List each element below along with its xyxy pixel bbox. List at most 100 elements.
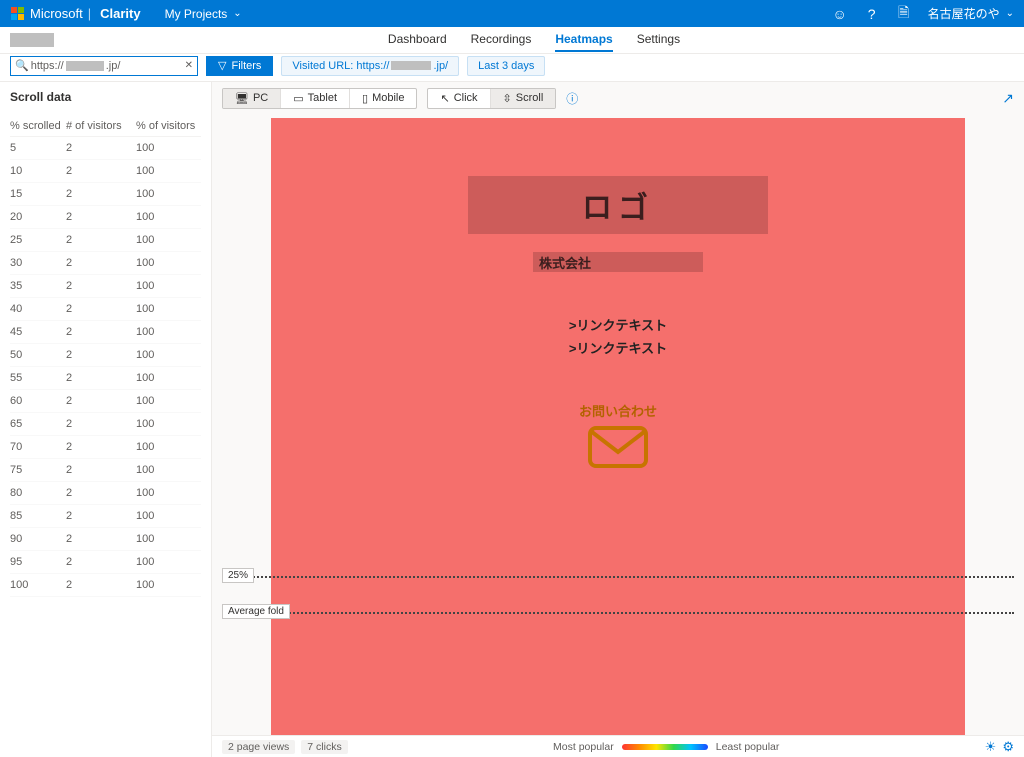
cell-visitors: 2: [66, 142, 136, 154]
filter-icon: ▽: [218, 59, 226, 72]
table-row: 952100: [10, 551, 201, 574]
table-row: 302100: [10, 252, 201, 275]
tab-settings[interactable]: Settings: [637, 28, 680, 52]
table-row: 102100: [10, 160, 201, 183]
brand-app: Clarity: [100, 6, 140, 21]
table-row: 802100: [10, 482, 201, 505]
settings-icon[interactable]: ⚙: [1002, 739, 1014, 755]
mock-logo: ロゴ: [468, 176, 768, 234]
user-menu[interactable]: 名古屋花のや ⌄: [928, 5, 1014, 22]
col-scrolled: % scrolled: [10, 120, 66, 132]
feedback-icon[interactable]: ☺: [832, 6, 848, 22]
footer-bar: 2 page views 7 clicks Most popular Least…: [212, 735, 1024, 757]
tab-heatmaps[interactable]: Heatmaps: [555, 28, 612, 52]
url-search-input[interactable]: 🔍 https:// .jp/ ✕: [10, 56, 198, 76]
heatmap-canvas: ロゴ 株式会社 >リンクテキスト >リンクテキスト お問い合わせ 25% Ave…: [212, 114, 1024, 735]
cell-pct: 100: [136, 510, 196, 522]
visited-suffix: .jp/: [433, 60, 448, 72]
cell-visitors: 2: [66, 441, 136, 453]
top-bar: Microsoft | Clarity My Projects ⌄ ☺ ? 🗎 …: [0, 0, 1024, 27]
tab-dashboard[interactable]: Dashboard: [388, 28, 447, 52]
cell-pct: 100: [136, 326, 196, 338]
cell-scrolled: 100: [10, 579, 66, 591]
cell-scrolled: 80: [10, 487, 66, 499]
table-row: 502100: [10, 344, 201, 367]
table-row: 902100: [10, 528, 201, 551]
project-dropdown[interactable]: My Projects ⌄: [165, 7, 242, 21]
device-mobile[interactable]: ▯Mobile: [350, 89, 416, 108]
cell-visitors: 2: [66, 556, 136, 568]
cell-scrolled: 10: [10, 165, 66, 177]
mode-click[interactable]: ↖Click: [428, 89, 490, 108]
cell-scrolled: 55: [10, 372, 66, 384]
filter-row: 🔍 https:// .jp/ ✕ ▽ Filters Visited URL:…: [0, 54, 1024, 82]
cell-visitors: 2: [66, 188, 136, 200]
cell-scrolled: 90: [10, 533, 66, 545]
url-suffix: .jp/: [106, 60, 121, 72]
mode-scroll[interactable]: ⇳Scroll: [491, 89, 556, 108]
click-icon: ↖: [440, 92, 449, 105]
help-icon[interactable]: ?: [864, 6, 880, 22]
table-row: 602100: [10, 390, 201, 413]
whatsnew-icon[interactable]: 🗎: [896, 6, 912, 22]
cell-scrolled: 15: [10, 188, 66, 200]
cell-scrolled: 65: [10, 418, 66, 430]
brightness-icon[interactable]: ☀: [985, 739, 997, 755]
share-icon[interactable]: ↗: [1002, 90, 1014, 107]
cell-pct: 100: [136, 372, 196, 384]
cell-scrolled: 20: [10, 211, 66, 223]
chevron-down-icon: ⌄: [1006, 8, 1014, 19]
tabs-row: Dashboard Recordings Heatmaps Settings: [0, 27, 1024, 54]
cell-scrolled: 95: [10, 556, 66, 568]
table-row: 652100: [10, 413, 201, 436]
tab-recordings[interactable]: Recordings: [471, 28, 532, 52]
cell-pct: 100: [136, 142, 196, 154]
cell-pct: 100: [136, 556, 196, 568]
cell-pct: 100: [136, 464, 196, 476]
table-row: 1002100: [10, 574, 201, 597]
col-pct-visitors: % of visitors: [136, 120, 196, 132]
table-row: 702100: [10, 436, 201, 459]
info-icon[interactable]: ⓘ: [566, 90, 578, 107]
content: 🖥PC ▭Tablet ▯Mobile ↖Click ⇳Scroll ⓘ ↗ ロ…: [212, 82, 1024, 757]
sidebar-title: Scroll data: [10, 90, 201, 104]
scroll-label: Scroll: [516, 92, 544, 104]
fold-label: Average fold: [222, 604, 290, 619]
cell-pct: 100: [136, 441, 196, 453]
visited-url-chip[interactable]: Visited URL: https:// .jp/: [281, 56, 459, 76]
cell-scrolled: 70: [10, 441, 66, 453]
date-range-chip[interactable]: Last 3 days: [467, 56, 545, 76]
heatmap-toolbar: 🖥PC ▭Tablet ▯Mobile ↖Click ⇳Scroll ⓘ ↗: [212, 82, 1024, 114]
filters-button[interactable]: ▽ Filters: [206, 56, 273, 76]
mail-icon: [588, 426, 648, 468]
search-icon: 🔍: [15, 59, 29, 72]
device-tablet[interactable]: ▭Tablet: [281, 89, 350, 108]
main: Scroll data % scrolled # of visitors % o…: [0, 82, 1024, 757]
table-header: % scrolled # of visitors % of visitors: [10, 116, 201, 137]
fold-line: [222, 612, 1014, 614]
scroll-line-25: [222, 576, 1014, 578]
my-projects-label: My Projects: [165, 7, 228, 21]
tablet-icon: ▭: [293, 92, 303, 105]
cell-scrolled: 85: [10, 510, 66, 522]
cell-visitors: 2: [66, 510, 136, 522]
mobile-icon: ▯: [362, 92, 368, 105]
cell-pct: 100: [136, 165, 196, 177]
cell-pct: 100: [136, 211, 196, 223]
legend-least: Least popular: [716, 741, 780, 753]
top-right: ☺ ? 🗎 名古屋花のや ⌄: [832, 5, 1014, 22]
clicks-pill: 7 clicks: [301, 740, 347, 754]
legend: Most popular Least popular: [553, 741, 779, 753]
cell-pct: 100: [136, 349, 196, 361]
pageviews-pill: 2 page views: [222, 740, 295, 754]
cell-scrolled: 45: [10, 326, 66, 338]
redacted-block: [10, 33, 54, 47]
table-row: 252100: [10, 229, 201, 252]
cell-pct: 100: [136, 257, 196, 269]
clear-icon[interactable]: ✕: [185, 60, 193, 71]
table-row: 402100: [10, 298, 201, 321]
table-row: 152100: [10, 183, 201, 206]
device-pc[interactable]: 🖥PC: [223, 89, 281, 108]
date-range-label: Last 3 days: [478, 60, 534, 72]
mock-contact: お問い合わせ: [271, 401, 965, 420]
